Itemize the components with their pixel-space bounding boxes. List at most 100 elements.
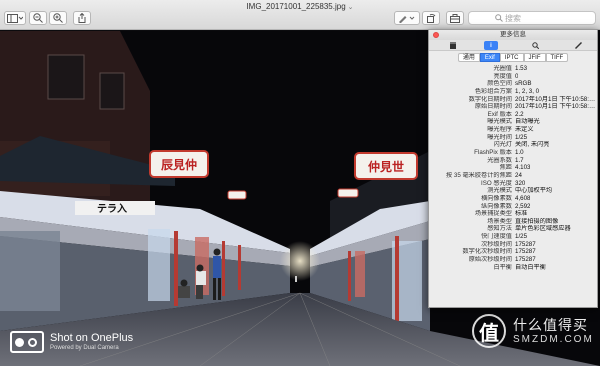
dual-camera-icon [10,331,44,353]
exif-value: 2017年10月1日 下午10:58:… [515,95,596,103]
tab-jfif[interactable]: JFIF [523,53,546,62]
exif-value: 自动曝光 [515,118,540,126]
exif-value: 1/25 [515,233,528,241]
exif-key: 白平衡 [493,263,512,271]
inspector-panel: 更多信息 i 通用 Exif IPTC JFIF TIFF 光圈值 1.53 亮度值… [428,29,598,308]
exif-value: 175287 [515,256,536,264]
lantern-right-text: 仲見世 [368,159,404,174]
sidebar-icon [7,13,23,23]
exif-value: 2.2 [515,110,524,118]
search-field[interactable]: 搜索 [468,11,596,25]
exif-value: 24 [515,171,522,179]
exif-row: 感知方法 单片色彩区域感应器 [429,225,597,233]
info-tab-button[interactable]: i [484,41,498,50]
exif-key: 光圈系数 [487,156,512,164]
exif-table: 光圈值 1.53 亮度值 0 颜色空间 sRGB 色彩组合方案 1, 2, 3, 0 数字化日期… [429,63,597,271]
pen-icon [399,15,415,23]
exif-value: 1, 2, 3, 0 [515,87,540,95]
exif-key: 次秒级时间 [481,240,512,248]
rotate-button[interactable] [422,11,440,25]
chevron-down-icon[interactable]: ⌄ [348,4,354,11]
exif-value: 4.103 [515,164,531,172]
exif-row: FlashPix 版本 1.0 [429,149,597,157]
exif-key: 原始日期时间 [474,103,512,111]
exif-row: 场景捕捉类型 标准 [429,210,597,218]
exif-key: Exif 版本 [487,110,512,118]
exif-value: 320 [515,179,526,187]
watermark-line1: Shot on OnePlus [50,332,134,344]
exif-key: 曝光时间 [487,133,512,141]
smzdm-logo: 值 [472,314,506,348]
exif-row: 光圈系数 1.7 [429,157,597,165]
exif-value: 2017年10月1日 下午10:58:… [515,103,596,111]
window-title-text: IMG_20171001_225835.jpg [246,2,346,11]
file-icon[interactable] [447,41,459,50]
sidebar-toggle-button[interactable] [4,11,26,25]
exif-value: 标准 [515,210,528,218]
exif-row: 数字化次秒级时间 175287 [429,248,597,256]
exif-key: 曝光程序 [487,126,512,134]
exif-row: 横向像素数 4,608 [429,195,597,203]
exif-key: 横向像素数 [481,194,512,202]
exif-row: 光圈值 1.53 [429,65,597,73]
shop-sign-text: テラ入 [97,203,127,215]
exif-value: 1.0 [515,149,524,157]
info-icon: i [490,42,492,49]
zoom-out-button[interactable] [29,11,47,25]
exif-row: 曝光时间 1/25 [429,134,597,142]
markup-button[interactable] [394,11,420,25]
exif-key: 闪光灯 [493,141,512,149]
exif-key: 颜色空间 [487,80,512,88]
exif-row: 闪光灯 关闭, 未闪亮 [429,141,597,149]
exif-key: 焦距 [499,164,512,172]
watermark-line2: Powered by Dual Camera [50,345,119,351]
exif-value: 自动白平衡 [515,263,546,271]
search-placeholder: 搜索 [505,13,521,23]
zoom-in-button[interactable] [49,11,67,25]
exif-key: 纵向像素数 [481,202,512,210]
exif-key: 数字化日期时间 [468,95,512,103]
tab-exif[interactable]: Exif [479,53,500,62]
rotate-icon [427,14,436,23]
exif-row: 白平衡 自动白平衡 [429,264,597,272]
exif-key: ISO 感光度 [481,179,512,187]
inspector-titlebar: 更多信息 [429,30,597,40]
exif-key: 感知方法 [487,225,512,233]
exif-key: 数字化次秒级时间 [462,248,513,256]
exif-row: 曝光程序 未定义 [429,126,597,134]
exif-row: 次秒级时间 175287 [429,241,597,249]
exif-row: 纵向像素数 2,592 [429,203,597,211]
tab-iptc[interactable]: IPTC [499,53,524,62]
exif-key: 按 35 毫米胶卷计的焦距 [445,171,512,179]
pen-tool-icon[interactable] [572,41,584,50]
zoom-out-icon [33,13,43,23]
exif-value: 175287 [515,248,536,256]
exif-row: 曝光模式 自动曝光 [429,118,597,126]
exif-key: FlashPix 版本 [474,149,512,157]
search-tool-icon[interactable] [529,41,541,50]
share-button[interactable] [73,11,91,25]
preview-window: IMG_20171001_225835.jpg ⌄ 搜索 ⾠⾒仲 仲見世 テラ入… [0,0,600,366]
close-button[interactable] [433,32,439,38]
smzdm-watermark: 值 什么值得买 SMZDM.COM [472,314,594,348]
exif-row: 测光模式 中心加权平均 [429,187,597,195]
exif-row: 焦距 4.103 [429,164,597,172]
exif-row: 数字化日期时间 2017年10月1日 下午10:58:… [429,96,597,104]
exif-value: 2,592 [515,202,531,210]
tab-tiff[interactable]: TIFF [545,53,569,62]
exif-key: 测光模式 [487,187,512,195]
lantern-left-text: ⾠⾒仲 [161,157,197,172]
tab-general[interactable]: 通用 [457,53,480,62]
zoom-in-icon [53,13,63,23]
exif-row: 原始日期时间 2017年10月1日 下午10:58:… [429,103,597,111]
exif-row: 快门速度值 1/25 [429,233,597,241]
window-title[interactable]: IMG_20171001_225835.jpg ⌄ [0,2,600,11]
exif-key: 快门速度值 [481,233,512,241]
exif-row: 原始次秒级时间 175287 [429,256,597,264]
exif-key: 光圈值 [493,65,512,72]
exif-value: 0 [515,72,519,80]
smzdm-name: 什么值得买 [513,317,588,333]
toolbox-icon [450,14,460,23]
exif-value: 4,608 [515,194,531,202]
toolbox-button[interactable] [446,11,464,25]
